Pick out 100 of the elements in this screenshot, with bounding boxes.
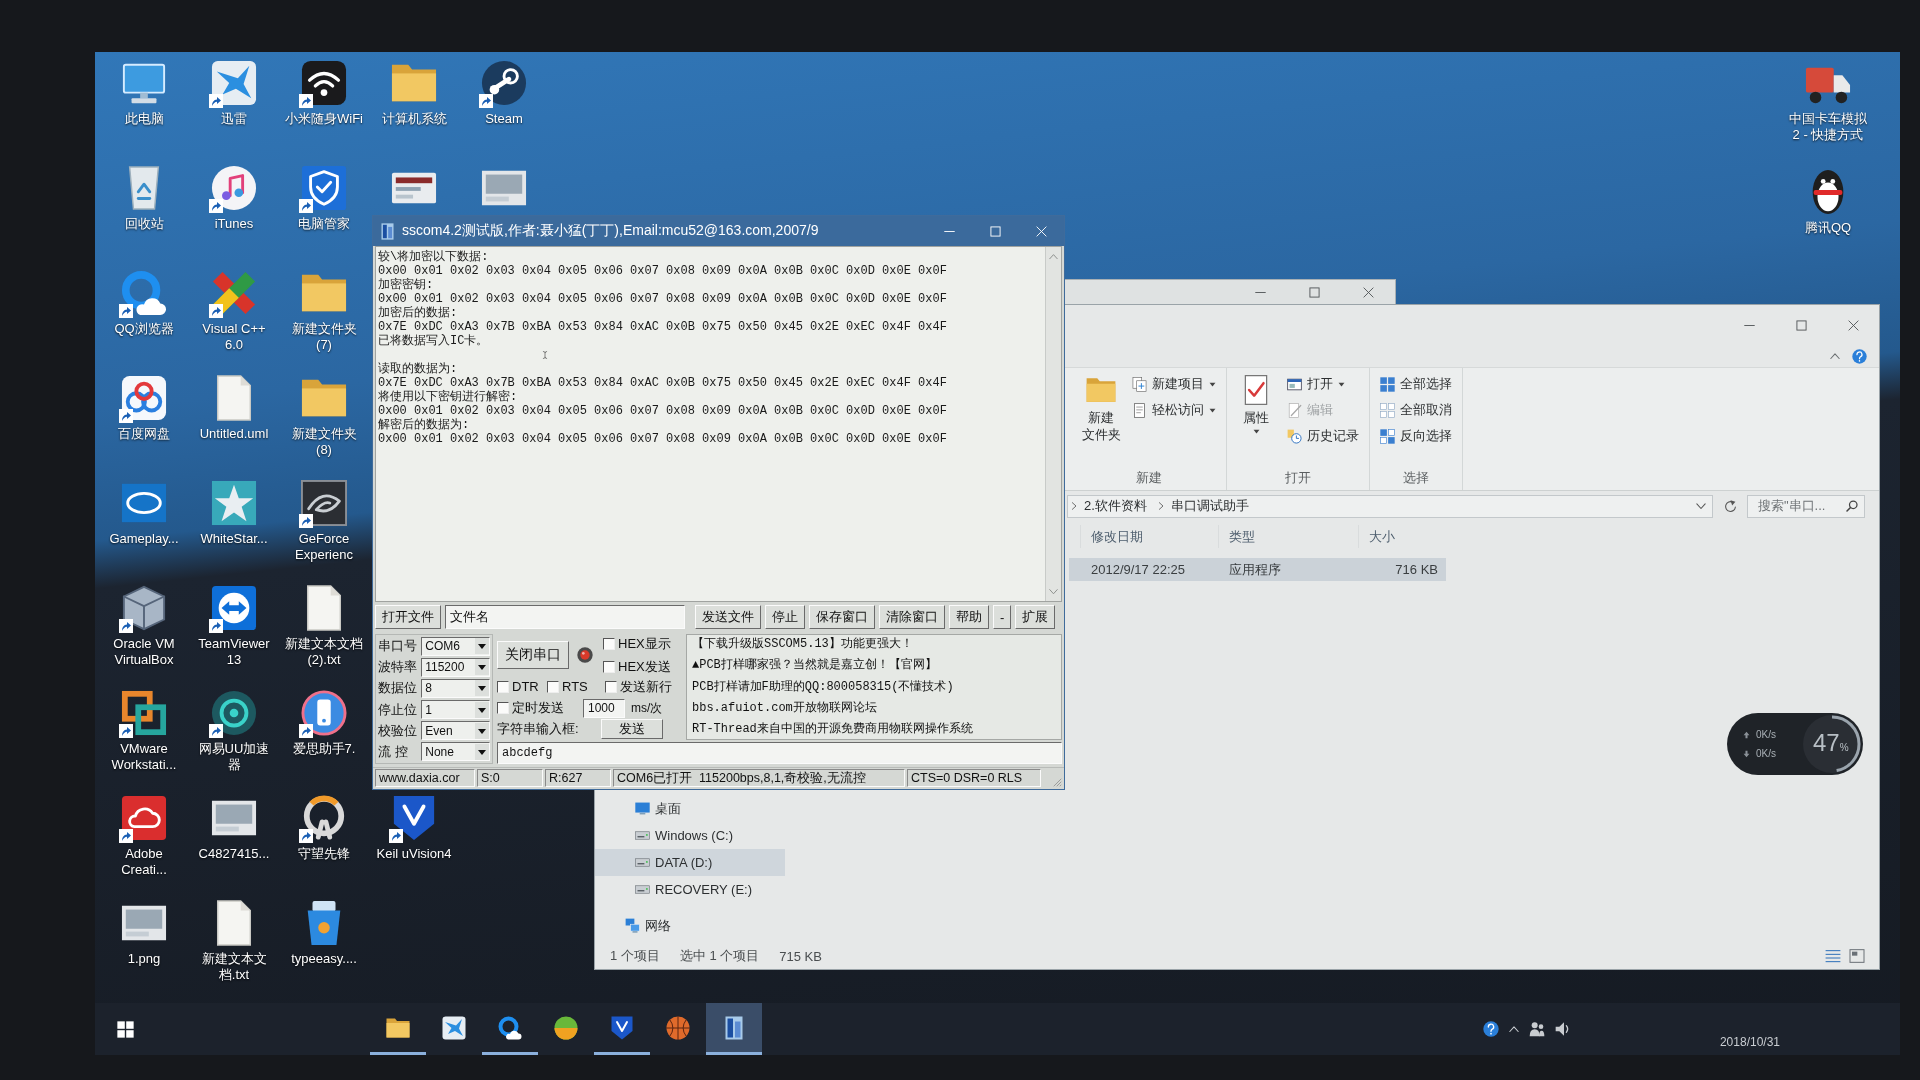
help-icon[interactable] <box>1482 1021 1499 1037</box>
open-file-button[interactable]: 打开文件 <box>375 605 441 629</box>
received-line: 读取的数据为: <box>378 362 458 376</box>
website-link[interactable]: www.daxia.cor <box>375 769 475 787</box>
dropdown[interactable]: 8 <box>421 678 490 698</box>
nav-item[interactable]: RECOVERY (E:) <box>595 876 785 903</box>
desktop-icon-label: 此电脑 <box>124 111 164 127</box>
column-header[interactable]: 修改日期 <box>1080 525 1218 548</box>
ribbon-button[interactable]: 打开 <box>1285 373 1361 395</box>
ribbon-button[interactable]: 轻松访问 <box>1130 399 1218 421</box>
toolbar-button[interactable]: 发送文件 <box>695 605 761 629</box>
checkbox-label: RTS <box>562 679 588 695</box>
ribbon-button[interactable]: 属性 <box>1235 373 1277 470</box>
chevron-right-icon[interactable] <box>1070 502 1078 510</box>
target-icon[interactable] <box>211 690 257 736</box>
column-header[interactable]: 大小 <box>1358 525 1445 548</box>
dropdown[interactable]: COM6 <box>421 636 490 656</box>
toolbar-button[interactable]: - <box>993 605 1012 629</box>
interval-field[interactable]: 1000 <box>583 698 625 718</box>
ring-icon[interactable] <box>301 795 347 841</box>
checkbox[interactable] <box>603 637 615 650</box>
nav-item[interactable]: DATA (D:) <box>595 849 785 876</box>
sent-count: S:0 <box>477 769 543 787</box>
ad-link[interactable]: ▲PCB打样哪家强？当然就是嘉立创！【官网】 <box>692 657 937 675</box>
ribbon-button[interactable]: 全部选择 <box>1378 373 1454 395</box>
crossed-bars-icon[interactable] <box>211 270 257 316</box>
address-bar[interactable]: 2.软件资料 串口调试助手 <box>1067 494 1713 518</box>
ring-cloud-icon[interactable] <box>121 270 167 316</box>
drive-icon <box>635 855 650 870</box>
checkbox[interactable] <box>547 680 559 693</box>
ribbon-button[interactable]: 新建 文件夹 <box>1080 373 1122 470</box>
breadcrumb[interactable]: 2.软件资料 <box>1084 497 1147 515</box>
desktop-icon-label: 中国卡车模拟 2 - 快捷方式 <box>1788 111 1868 143</box>
chevron-right-icon[interactable] <box>1156 502 1165 510</box>
toolbar-button[interactable]: 停止 <box>765 605 805 629</box>
ad-link[interactable]: 【下载升级版SSCOM5.13】功能更强大！ <box>692 636 913 653</box>
dropdown[interactable]: 115200 <box>421 657 490 677</box>
close-icon <box>1362 286 1374 298</box>
close-port-button[interactable]: 关闭串口 <box>497 641 569 669</box>
ribbon-button[interactable]: 反向选择 <box>1378 425 1454 447</box>
phone-circle-icon[interactable] <box>301 690 347 736</box>
breadcrumb[interactable]: 串口调试助手 <box>1170 497 1249 515</box>
ribbon-button[interactable]: 新建项目 <box>1130 373 1218 395</box>
dropdown[interactable]: None <box>421 742 490 762</box>
bird-icon[interactable] <box>211 60 257 106</box>
checkbox[interactable] <box>497 680 509 693</box>
dropdown[interactable]: Even <box>421 721 490 741</box>
nav-item[interactable]: Windows (C:) <box>595 822 785 849</box>
received-line: 加密后的数据: <box>378 306 458 320</box>
file-row[interactable]: 2012/9/17 22:25 应用程序 716 KB <box>1069 558 1446 581</box>
file-name-field[interactable]: 文件名 <box>445 605 685 629</box>
desktop-icon-label: QQ浏览器 <box>114 321 174 337</box>
checkbox[interactable] <box>605 680 617 693</box>
piston-icon[interactable] <box>481 60 527 106</box>
checkbox[interactable] <box>603 660 615 673</box>
ad-link[interactable]: bbs.afuiot.com开放物联网论坛 <box>692 699 877 717</box>
shield-chevron-icon[interactable] <box>391 795 437 841</box>
list-view-icon[interactable] <box>1825 948 1841 964</box>
toolbar-button[interactable]: 帮助 <box>949 605 989 629</box>
rings-icon[interactable] <box>121 375 167 421</box>
tile-view-icon[interactable] <box>1849 948 1865 964</box>
ribbon-group-label: 选择 <box>1403 470 1429 486</box>
search-field[interactable]: 搜索"串口... <box>1747 494 1865 518</box>
chevron-up-icon[interactable] <box>1508 1024 1519 1034</box>
bar-blocks-icon <box>379 222 396 240</box>
cube-icon[interactable] <box>121 585 167 631</box>
cloud-outline-icon[interactable] <box>121 795 167 841</box>
ribbon-button[interactable]: 历史记录 <box>1285 425 1361 447</box>
ad-link[interactable]: PCB打样请加F助理的QQ:800058315(不懂技术) <box>692 678 954 696</box>
toolbar-button[interactable]: 扩展 <box>1015 605 1056 629</box>
wifi-icon[interactable] <box>301 60 347 106</box>
music-note-icon[interactable] <box>211 165 257 211</box>
ribbon-button[interactable]: 全部取消 <box>1378 399 1454 421</box>
selection-size: 715 KB <box>779 948 822 964</box>
dropdown[interactable]: 1 <box>421 700 490 720</box>
ad-link[interactable]: RT-Thread来自中国的开源免费商用物联网操作系统 <box>692 721 973 738</box>
window-title: sscom4.2测试版,作者:聂小猛(丁丁),Email:mcu52@163.com,2007/9 <box>402 222 819 240</box>
shield-check-icon[interactable] <box>301 165 347 211</box>
toolbar-button[interactable]: 清除窗口 <box>879 605 945 629</box>
desktop-icon-label: Gameplay... <box>109 531 179 547</box>
nav-item[interactable]: 桌面 <box>595 795 785 822</box>
checkbox[interactable] <box>497 702 509 715</box>
speaker-icon[interactable] <box>1554 1021 1571 1037</box>
send-button[interactable]: 发送 <box>601 719 663 740</box>
toolbar-button[interactable]: 保存窗口 <box>809 605 875 629</box>
nav-item[interactable]: 网络 <box>595 912 785 939</box>
squares-icon[interactable] <box>121 690 167 736</box>
checkbox-label: DTR <box>512 679 539 695</box>
clock-date[interactable]: 2018/10/31 <box>1719 1035 1780 1049</box>
column-header[interactable]: 类型 <box>1218 525 1358 548</box>
desktop-icon-label: 新建文本文档.txt <box>200 951 268 983</box>
string-input-field[interactable]: abcdefg <box>497 742 1062 764</box>
chevron-down-icon[interactable] <box>1696 501 1706 511</box>
received-line: 0x7E 0xDC 0xA3 0x7B 0xBA 0x53 0x84 0xAC 0x0B 0x75 0x50 0x45 0x2E 0xEC 0x4F 0x4F <box>378 376 947 390</box>
people-icon[interactable] <box>1528 1021 1545 1037</box>
maximize-icon <box>1795 319 1807 331</box>
swirl-icon[interactable] <box>301 480 347 526</box>
checkbox-label: 定时发送 <box>512 699 564 718</box>
received-line: 0x00 0x01 0x02 0x03 0x04 0x05 0x06 0x07 0x08 0x09 0x0A 0x0B 0x0C 0x0D 0x0E 0x0F <box>378 432 947 446</box>
receive-text-area[interactable] <box>375 246 1062 602</box>
